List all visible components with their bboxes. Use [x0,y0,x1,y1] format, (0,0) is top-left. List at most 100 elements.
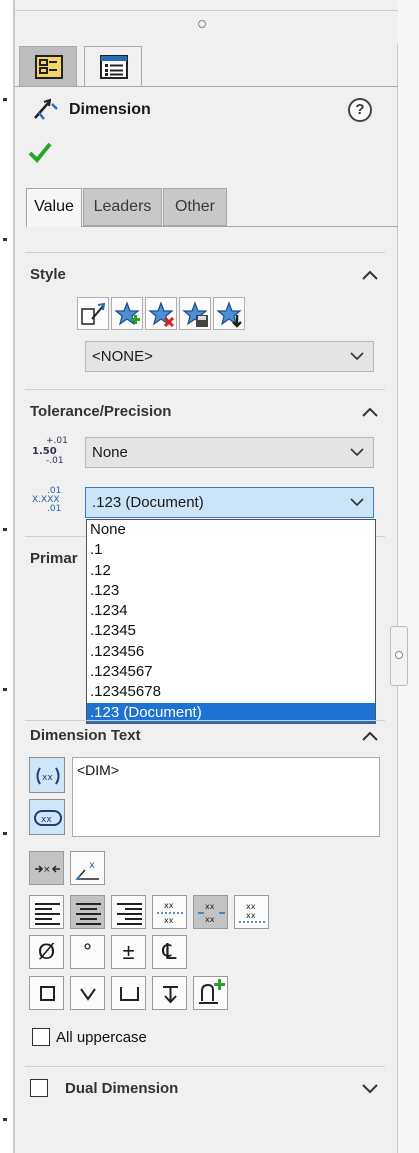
dropdown-option[interactable]: .1234567 [87,662,375,682]
inspection-dimension-icon: xx [34,810,62,826]
inspection-dimension-button[interactable]: xx [29,799,65,835]
style-select[interactable]: <NONE> [85,341,374,372]
dropdown-option[interactable]: .123456 [87,642,375,662]
dropdown-option[interactable]: .1234 [87,601,375,621]
square-symbol-icon [40,986,55,1001]
counterbore-symbol-button[interactable] [111,976,146,1010]
right-graphics-edge [398,0,419,1153]
help-icon[interactable]: ? [348,98,372,122]
dual-dimension-checkbox[interactable] [30,1079,48,1097]
dropdown-option[interactable]: .1 [87,540,375,560]
all-uppercase-label: All uppercase [56,1029,147,1046]
page-title: Dimension [69,101,151,118]
degree-symbol-button[interactable]: ° [70,935,105,969]
all-uppercase-checkbox[interactable] [32,1028,50,1046]
gutter-mark [3,238,7,241]
svg-text:xx: xx [205,915,215,924]
dropdown-option[interactable]: None [87,520,375,540]
centerline-symbol-button[interactable]: ℄ [152,935,187,969]
justify-center-button[interactable] [70,895,105,929]
svg-text:xx: xx [246,911,256,920]
apply-style-icon [81,302,106,325]
justify-center-icon [76,903,101,925]
svg-text:xx: xx [205,902,215,911]
chevron-up-icon[interactable] [360,268,380,282]
dropdown-option[interactable]: .12 [87,561,375,581]
depth-symbol-button[interactable] [152,976,187,1010]
plus-minus-symbol-button[interactable]: ± [111,935,146,969]
section-divider [25,252,385,253]
svg-text:xx: xx [246,902,256,911]
add-parentheses-button[interactable]: xx [29,757,65,793]
arrows-outside-button[interactable]: x [70,851,105,885]
delete-style-button[interactable] [145,297,177,330]
apply-style-button[interactable] [77,297,109,330]
dropdown-option[interactable]: .12345 [87,621,375,641]
delete-style-icon [148,301,175,328]
dual-dimension-title: Dual Dimension [65,1080,179,1097]
section-divider [25,1066,385,1067]
tab-other[interactable]: Other [163,188,227,226]
dimension-text-field[interactable]: <DIM> [72,757,380,837]
justify-right-button[interactable] [111,895,146,929]
save-style-button[interactable] [179,297,211,330]
svg-text:x: x [89,860,95,871]
more-symbols-button[interactable] [193,976,228,1010]
chevron-down-icon [350,448,364,457]
more-symbols-icon [199,979,225,1004]
counterbore-symbol-icon [120,987,139,1001]
precision-dropdown-list[interactable]: None .1 .12 .123 .1234 .12345 .123456 .1… [86,519,376,724]
property-list-tab[interactable] [84,46,142,86]
load-style-icon [216,301,242,328]
tolerance-icon-lower: -.01 [46,456,64,466]
chevron-down-icon [350,498,364,507]
precision-select[interactable]: .123 (Document) [85,487,374,518]
tolerance-type-icon: +.01 1.50 -.01 [32,436,68,466]
dropdown-option[interactable]: .123 [87,581,375,601]
text-above-button[interactable]: xx xx [152,895,187,929]
text-above-icon: xx xx [157,901,184,925]
splitter-handle-icon [395,651,403,659]
gutter-mark [3,528,7,531]
dropdown-option[interactable]: .12345678 [87,682,375,702]
diameter-symbol-button[interactable]: Ø [29,935,64,969]
style-section-title: Style [30,266,66,283]
dimension-icon [34,98,58,120]
svg-text:×: × [43,865,51,875]
style-select-value: <NONE> [92,348,153,365]
svg-text:xx: xx [41,815,52,825]
gutter-mark [3,832,7,835]
load-style-button[interactable] [213,297,245,330]
text-middle-button[interactable]: xx xx [193,895,228,929]
feature-tree-tab[interactable] [19,46,77,86]
square-symbol-button[interactable] [29,976,64,1010]
chevron-up-icon[interactable] [360,405,380,419]
panel-splitter[interactable] [390,626,408,686]
justify-right-icon [117,903,142,925]
add-style-button[interactable] [111,297,143,330]
tab-leaders[interactable]: Leaders [83,188,162,226]
text-below-button[interactable]: xx xx [234,895,269,929]
tolerance-icon-upper: +.01 [46,436,68,446]
property-list-icon [100,55,128,79]
gutter-mark [3,688,7,691]
arrows-inside-button[interactable]: × [29,851,64,885]
countersink-symbol-button[interactable] [70,976,105,1010]
tab-value[interactable]: Value [26,188,82,227]
drag-handle-icon[interactable] [198,20,206,28]
save-style-icon [182,301,208,327]
section-divider [25,720,385,721]
justify-left-button[interactable] [29,895,64,929]
chevron-up-icon[interactable] [360,729,380,743]
plus-minus-symbol-icon: ± [122,939,135,964]
centerline-symbol-icon: ℄ [162,939,177,964]
chevron-down-icon[interactable] [360,1081,380,1095]
text-middle-icon: xx xx [198,902,225,924]
tolerance-type-select[interactable]: None [85,437,374,468]
precision-value: .123 (Document) [92,494,204,511]
panel-top-handle[interactable] [15,0,398,44]
feature-tree-icon [35,55,63,79]
add-style-icon [114,301,140,326]
checkmark-icon[interactable] [27,140,53,164]
manager-tab-divider [15,86,398,87]
